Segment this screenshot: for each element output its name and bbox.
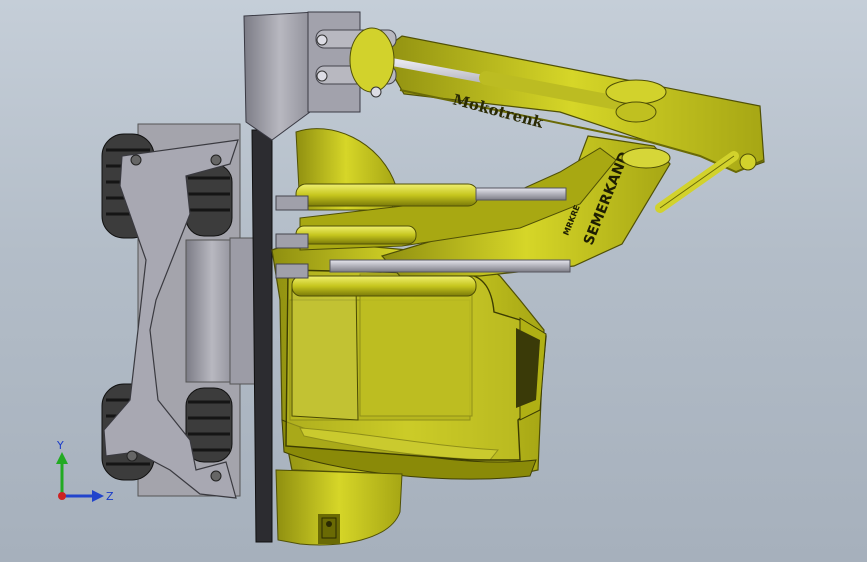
z-axis-label: Z xyxy=(106,490,114,503)
z-axis-arrow xyxy=(92,490,104,502)
side-brackets xyxy=(275,195,309,279)
y-axis-arrow xyxy=(56,452,68,464)
wheel-top-right xyxy=(185,163,233,237)
excavator-model[interactable]: Mokotrenk SEMERKAND MRKRE xyxy=(0,0,867,562)
y-axis-label: Y xyxy=(56,439,64,452)
orientation-triad[interactable]: Y Z xyxy=(44,436,124,516)
graphics-viewport[interactable]: Mokotrenk SEMERKAND MRKRE Y Z xyxy=(0,0,867,562)
lower-cylinder[interactable] xyxy=(291,275,477,297)
track-assembly[interactable] xyxy=(101,123,259,499)
boom[interactable]: Mokotrenk xyxy=(379,35,765,174)
wheel-bottom-right xyxy=(185,387,233,463)
diagonal-strut[interactable] xyxy=(655,151,739,213)
x-axis-dot xyxy=(58,492,66,500)
